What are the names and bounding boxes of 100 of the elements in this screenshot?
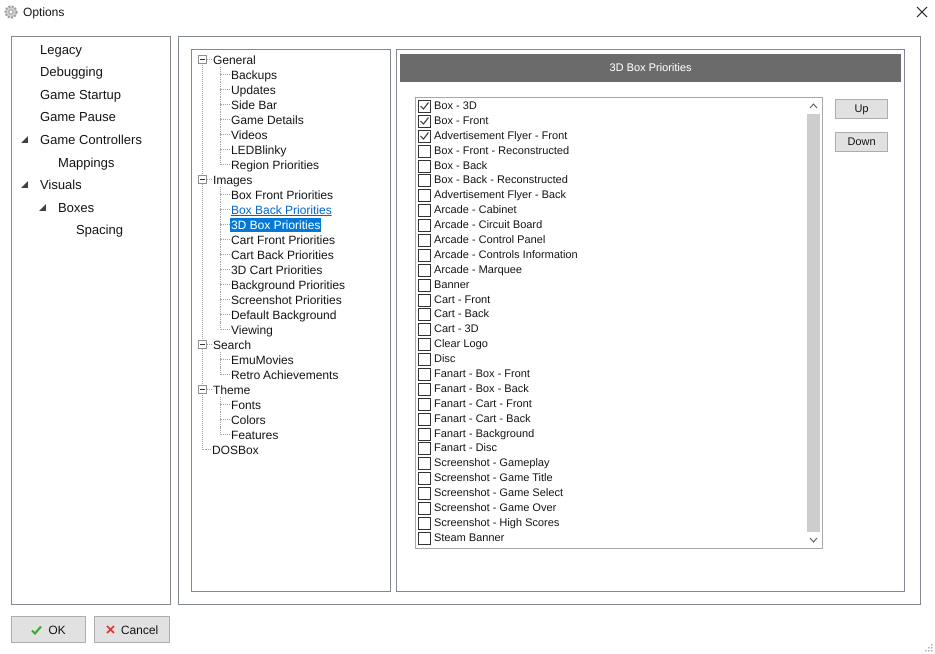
sidebar-item[interactable]: Boxes [57, 198, 96, 218]
checkbox[interactable] [418, 516, 431, 530]
checkbox-label: Clear Logo [434, 338, 488, 352]
expand-triangle-icon[interactable] [21, 181, 28, 188]
tree-item[interactable]: Features [230, 428, 280, 442]
tree-item[interactable]: Fonts [230, 398, 262, 412]
checkbox[interactable] [418, 174, 431, 188]
sidebar-item[interactable]: Game Controllers [39, 130, 143, 150]
tree-item[interactable]: Box Back Priorities [230, 202, 333, 216]
tree-node[interactable]: Images [212, 170, 254, 188]
checkbox-label: Screenshot - Game Select [434, 487, 564, 500]
sidebar-item[interactable]: Debugging [39, 62, 104, 82]
sidebar-item[interactable]: Spacing [75, 220, 124, 240]
sidebar-item[interactable]: Visuals [39, 175, 83, 195]
tree-item[interactable]: Cart Back Priorities [230, 248, 335, 262]
checkbox-label: Cart - Front [434, 294, 490, 307]
resize-grip-icon[interactable] [923, 642, 933, 652]
checkbox[interactable] [418, 368, 431, 381]
ok-button[interactable]: OK [11, 616, 86, 643]
tree-node[interactable]: DOSBox [211, 440, 260, 458]
checkbox-label: Box - Front - Reconstructed [434, 144, 570, 158]
close-icon[interactable] [916, 6, 928, 18]
checkbox[interactable] [418, 130, 431, 143]
cancel-button[interactable]: Cancel [94, 616, 170, 643]
sidebar-item[interactable]: Game Pause [39, 107, 117, 127]
expand-triangle-icon[interactable] [21, 136, 28, 144]
checkbox[interactable] [418, 204, 431, 218]
checkbox[interactable] [418, 398, 431, 411]
checkbox[interactable] [418, 234, 431, 247]
tree-item[interactable]: Backups [230, 68, 278, 82]
tree-item[interactable]: Screenshot Priorities [230, 292, 343, 306]
tree-node[interactable]: Search [212, 336, 252, 354]
checkbox[interactable] [418, 100, 431, 113]
checkbox[interactable] [418, 114, 431, 128]
collapse-icon[interactable] [198, 340, 207, 349]
move-button[interactable]: Up [835, 99, 888, 119]
checkbox[interactable] [418, 323, 431, 336]
checkbox-label: Banner [434, 278, 470, 292]
checkbox[interactable] [418, 160, 431, 172]
checkbox[interactable] [418, 532, 431, 545]
checkbox[interactable] [418, 144, 431, 158]
checkbox-list[interactable] [415, 97, 823, 549]
tree-item[interactable]: Box Front Priorities [230, 188, 334, 202]
sidebar-item[interactable]: Legacy [39, 40, 83, 60]
tree-item[interactable]: Updates [230, 82, 277, 96]
sidebar-item[interactable]: Mappings [57, 152, 116, 172]
checkbox-label: Cart - Back [434, 308, 490, 322]
tree-item[interactable]: Region Priorities [230, 158, 320, 172]
checkbox-label: Arcade - Controls Information [434, 248, 578, 262]
tree-item[interactable]: LEDBlinky [230, 142, 288, 156]
checkbox-label: Box - 3D [434, 100, 477, 113]
checkbox-label: Fanart - Disc [434, 442, 497, 456]
checkbox[interactable] [418, 428, 431, 441]
tree-item[interactable]: Colors [230, 412, 267, 426]
tree-item[interactable]: 3D Box Priorities [230, 218, 322, 232]
tree-node[interactable]: Theme [212, 380, 252, 398]
checkbox[interactable] [418, 308, 431, 322]
tree-item[interactable]: Game Details [230, 112, 305, 126]
checkbox[interactable] [418, 442, 431, 456]
checkbox-label: Disc [434, 353, 456, 366]
checkbox-label: Screenshot - Gameplay [434, 457, 550, 470]
expand-triangle-icon[interactable] [39, 204, 46, 211]
checkbox[interactable] [418, 189, 431, 202]
checkbox[interactable] [418, 502, 431, 515]
collapse-icon[interactable] [198, 385, 207, 394]
tree-item[interactable]: Retro Achievements [230, 368, 340, 382]
check-icon [31, 624, 42, 634]
checkbox[interactable] [418, 382, 431, 396]
checkbox-label: Arcade - Cabinet [434, 204, 517, 218]
checkbox[interactable] [418, 248, 431, 262]
checkbox[interactable] [418, 457, 431, 470]
tree-item[interactable]: Cart Front Priorities [230, 232, 336, 246]
checkbox[interactable] [418, 219, 431, 232]
checkbox-label: Cart - 3D [434, 323, 479, 336]
collapse-icon[interactable] [198, 55, 207, 64]
checkbox[interactable] [418, 264, 431, 277]
checkbox[interactable] [418, 412, 431, 426]
tree-item[interactable]: Background Priorities [230, 278, 346, 292]
tree-item[interactable]: Default Background [230, 308, 338, 322]
checkbox[interactable] [418, 278, 431, 292]
checkbox-label: Box - Front [434, 114, 488, 128]
checkbox[interactable] [418, 487, 431, 500]
checkbox[interactable] [418, 472, 431, 486]
tree-node[interactable]: General [212, 50, 257, 68]
tree-item[interactable]: EmuMovies [230, 352, 295, 366]
checkbox[interactable] [418, 294, 431, 307]
checkbox-label: Fanart - Background [434, 428, 534, 441]
checkbox[interactable] [418, 338, 431, 352]
sidebar-item[interactable]: Game Startup [39, 84, 122, 104]
checkbox-label: Arcade - Marquee [434, 264, 522, 277]
move-button[interactable]: Down [835, 132, 888, 152]
x-icon [106, 625, 115, 634]
tree-item[interactable]: Side Bar [230, 98, 278, 112]
tree-item[interactable]: Videos [230, 128, 268, 142]
collapse-icon[interactable] [198, 175, 207, 184]
checkbox-label: Fanart - Box - Front [434, 368, 530, 381]
tree-item[interactable]: Viewing [230, 322, 274, 336]
tree-item[interactable]: 3D Cart Priorities [230, 262, 324, 276]
checkbox[interactable] [418, 353, 431, 366]
checkbox-label: Arcade - Control Panel [434, 234, 546, 247]
